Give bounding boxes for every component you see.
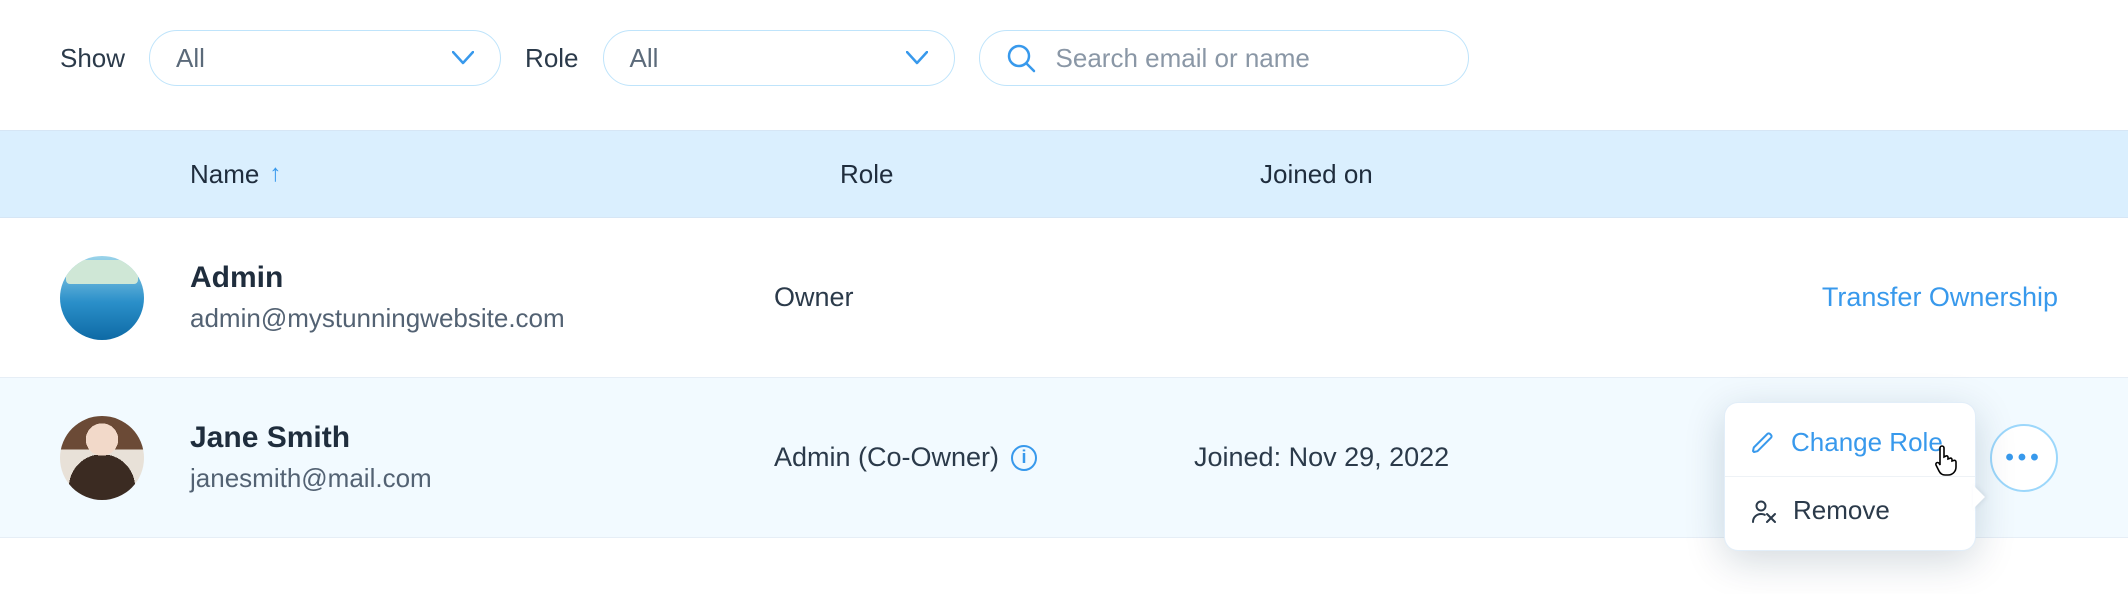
search-input[interactable]: [1054, 42, 1442, 75]
remove-user-icon: [1751, 498, 1777, 524]
row-actions-menu: Change Role Remove: [1724, 402, 1976, 551]
user-email: janesmith@mail.com: [190, 463, 774, 494]
pencil-icon: [1751, 431, 1775, 455]
user-role: Owner: [774, 282, 1194, 313]
column-header-name-label: Name: [190, 159, 259, 190]
table-header-row: Name ↑ Role Joined on: [0, 130, 2128, 218]
avatar: [60, 256, 144, 340]
user-email: admin@mystunningwebsite.com: [190, 303, 774, 334]
user-identity: Jane Smith janesmith@mail.com: [190, 421, 774, 494]
row-actions: •••: [1990, 424, 2058, 492]
column-header-joined-label: Joined on: [1260, 159, 1373, 189]
role-dropdown[interactable]: All: [603, 30, 955, 86]
user-row: Admin admin@mystunningwebsite.com Owner …: [0, 218, 2128, 378]
user-row: Jane Smith janesmith@mail.com Admin (Co-…: [0, 378, 2128, 538]
user-role-text: Admin (Co-Owner): [774, 442, 999, 473]
pointer-cursor-icon: [1933, 443, 1963, 477]
show-dropdown-value: All: [176, 43, 205, 74]
remove-menu-item[interactable]: Remove: [1725, 476, 1975, 544]
column-header-name[interactable]: Name ↑: [190, 159, 840, 190]
show-dropdown[interactable]: All: [149, 30, 501, 86]
more-actions-button[interactable]: •••: [1990, 424, 2058, 492]
user-identity: Admin admin@mystunningwebsite.com: [190, 261, 774, 334]
chevron-down-icon: [452, 51, 474, 65]
user-name: Admin: [190, 261, 774, 295]
search-icon: [1006, 43, 1036, 73]
avatar: [60, 416, 144, 500]
transfer-ownership-link[interactable]: Transfer Ownership: [1822, 282, 2058, 313]
filter-bar: Show All Role All: [0, 0, 2128, 130]
user-name: Jane Smith: [190, 421, 774, 455]
search-field-wrapper[interactable]: [979, 30, 1469, 86]
show-label: Show: [60, 43, 125, 74]
remove-label: Remove: [1793, 495, 1890, 526]
row-actions: Transfer Ownership: [1822, 282, 2058, 313]
column-header-role-label: Role: [840, 159, 893, 189]
role-label: Role: [525, 43, 578, 74]
info-icon[interactable]: i: [1011, 445, 1037, 471]
ellipsis-icon: •••: [2005, 444, 2042, 472]
chevron-down-icon: [906, 51, 928, 65]
user-role: Admin (Co-Owner) i: [774, 442, 1194, 473]
sort-ascending-icon: ↑: [269, 160, 281, 188]
column-header-role[interactable]: Role: [840, 159, 1260, 190]
role-dropdown-value: All: [630, 43, 659, 74]
column-header-joined[interactable]: Joined on: [1260, 159, 2128, 190]
change-role-label: Change Role: [1791, 427, 1943, 458]
user-role-text: Owner: [774, 282, 854, 313]
